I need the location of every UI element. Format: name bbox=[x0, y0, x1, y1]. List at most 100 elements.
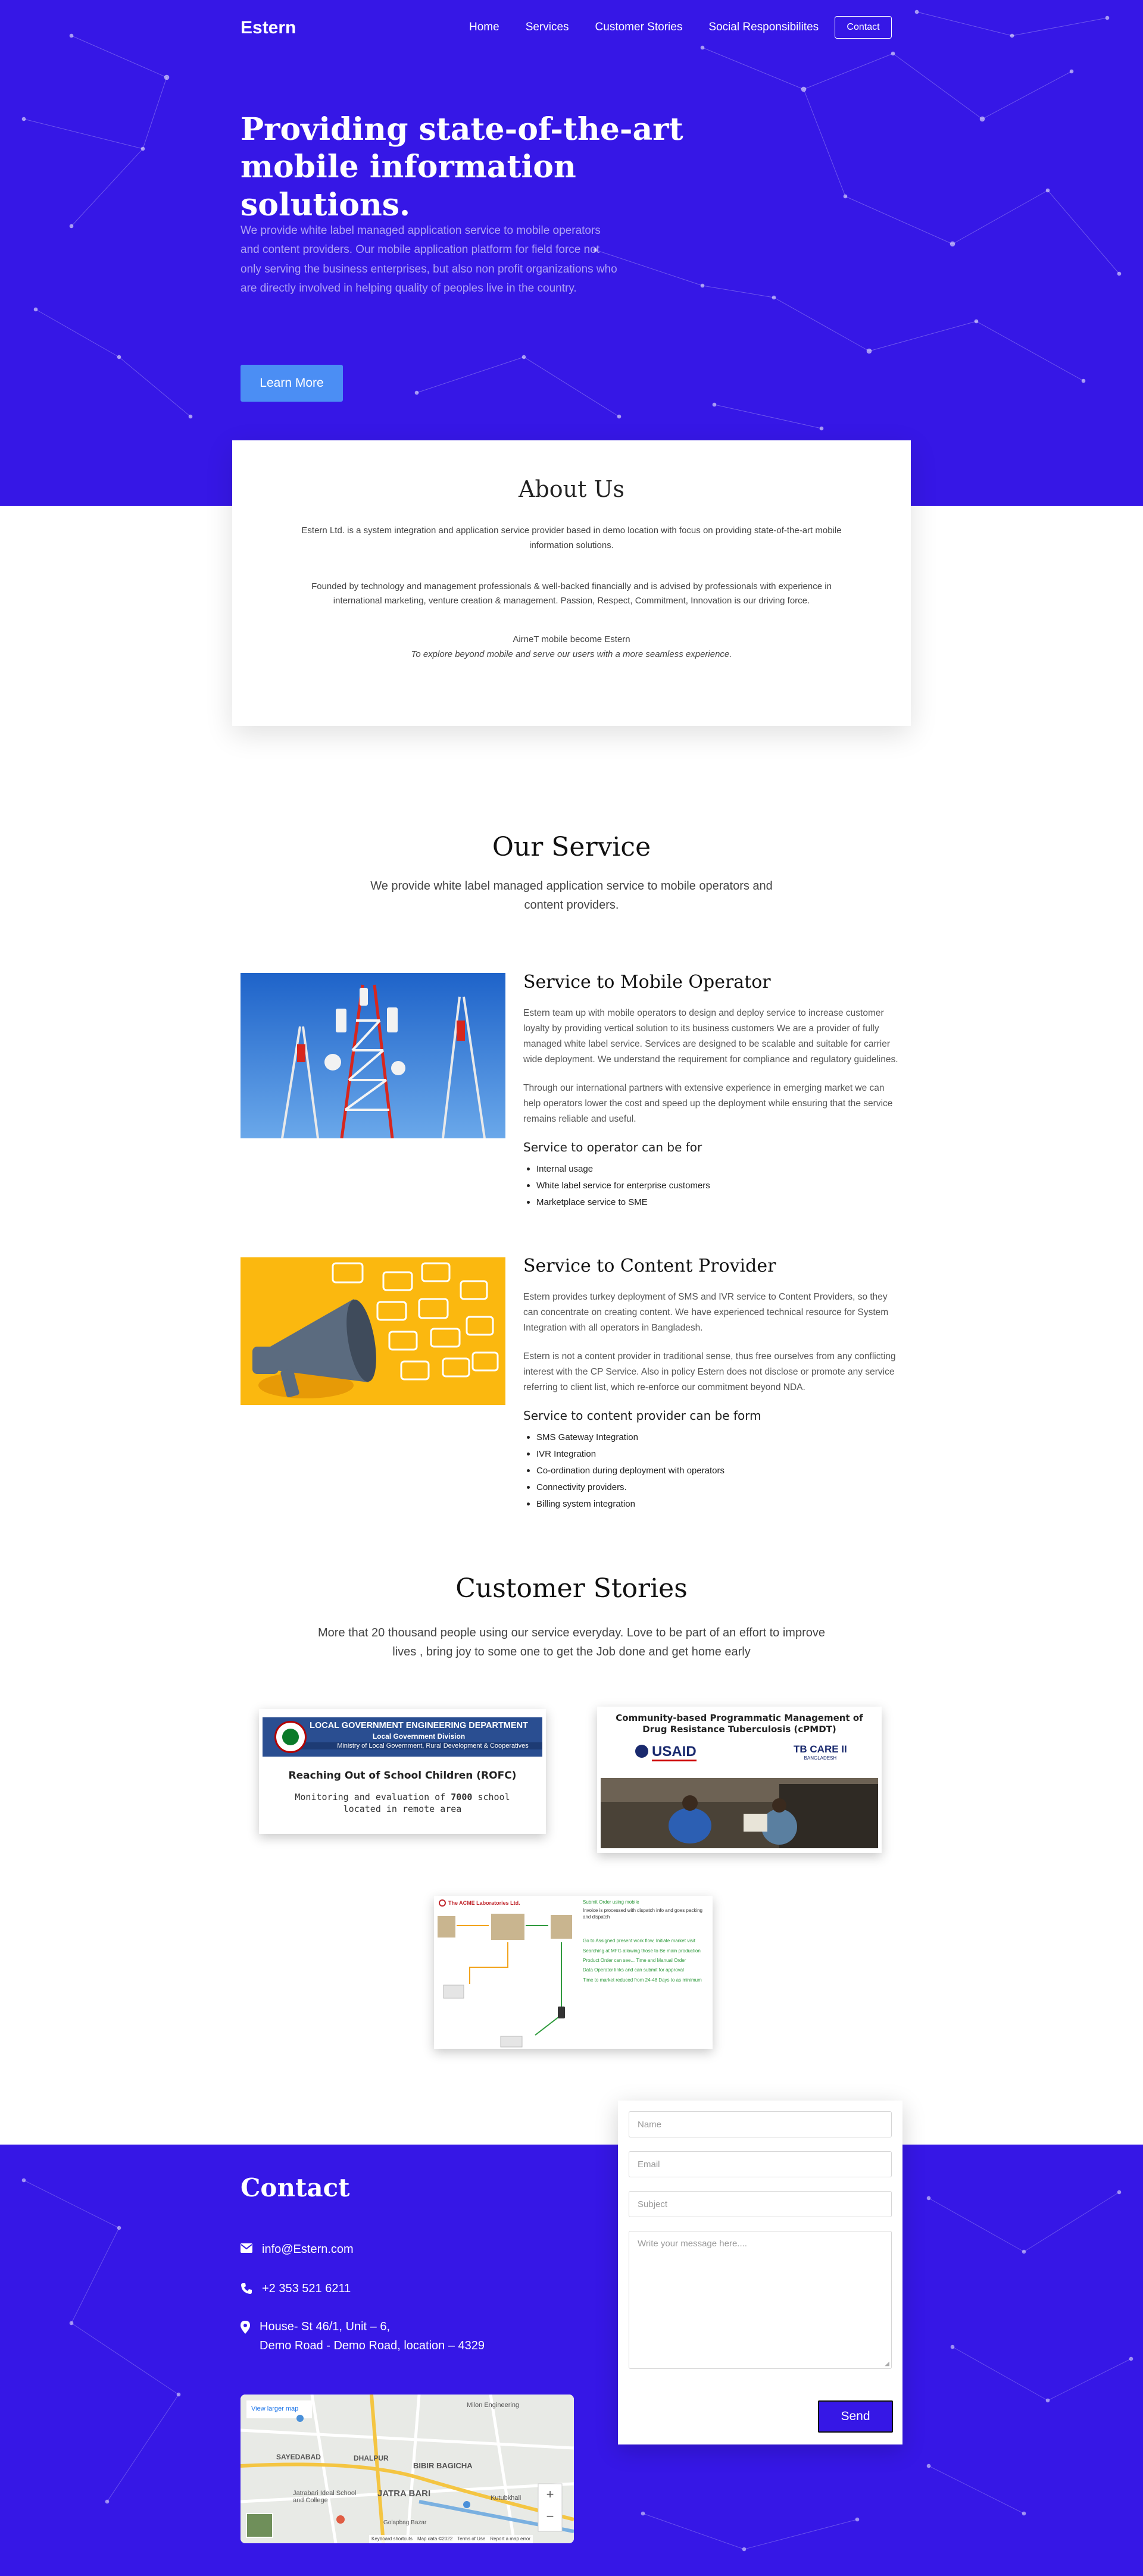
learn-more-button[interactable]: Learn More bbox=[241, 365, 343, 402]
address-line-2: Demo Road - Demo Road, location – 4329 bbox=[260, 2339, 485, 2352]
map-attribution-item[interactable]: Report a map error bbox=[490, 2536, 530, 2542]
map-label: Jatrabari Ideal School and College bbox=[293, 2490, 357, 2504]
send-button[interactable]: Send bbox=[818, 2400, 893, 2433]
service-content-provider: Service to Content Provider Estern provi… bbox=[523, 1256, 901, 1516]
acme-notes: Go to Assigned present work flow, Initia… bbox=[583, 1938, 708, 1983]
lged-desc-number: 7000 bbox=[451, 1792, 473, 1802]
service-1-list: Internal usage White label service for e… bbox=[523, 1164, 901, 1207]
email-field[interactable]: Email bbox=[629, 2151, 892, 2177]
usaid-seal-icon bbox=[635, 1745, 648, 1758]
list-item: Billing system integration bbox=[523, 1499, 901, 1509]
acme-note: Go to Assigned present work flow, Initia… bbox=[583, 1938, 695, 1944]
map-attribution-item[interactable]: Keyboard shortcuts bbox=[371, 2536, 413, 2542]
about-title: About Us bbox=[519, 476, 624, 502]
nav-menu: Home Services Customer Stories Social Re… bbox=[469, 21, 845, 34]
service-1-paragraph-2: Through our international partners with … bbox=[523, 1083, 893, 1125]
about-paragraph-2: Founded by technology and management pro… bbox=[311, 581, 832, 606]
lged-ministry: Ministry of Local Government, Rural Deve… bbox=[291, 1742, 542, 1749]
nav-customer-stories[interactable]: Customer Stories bbox=[595, 21, 683, 34]
contact-email[interactable]: info@Estern.com bbox=[241, 2240, 354, 2259]
about-tagline-italic: To explore beyond mobile and serve our u… bbox=[411, 649, 732, 659]
map-embed[interactable]: + − View larger map SAYEDABAD DHALPUR BI… bbox=[241, 2395, 574, 2543]
map-label: DHALPUR bbox=[354, 2454, 389, 2462]
tbcare-text: TB CARE II bbox=[794, 1744, 847, 1755]
tbcare-logo: TB CARE II BANGLADESH bbox=[794, 1744, 847, 1761]
nav-home[interactable]: Home bbox=[469, 21, 499, 34]
acme-step-2: Submit Order using mobile bbox=[583, 1899, 639, 1905]
map-label: BIBIR BAGICHA bbox=[413, 2461, 473, 2470]
usaid-logo: USAID bbox=[635, 1744, 697, 1761]
service-2-paragraph-2: Estern is not a content provider in trad… bbox=[523, 1351, 896, 1393]
map-label: Milon Engineering bbox=[467, 2402, 520, 2409]
map-label: SAYEDABAD bbox=[276, 2453, 321, 2461]
about-tagline: AirneT mobile become Estern bbox=[513, 634, 630, 644]
service-mobile-operator: Service to Mobile Operator Estern team u… bbox=[523, 972, 901, 1214]
story-card-lged[interactable]: LOCAL GOVERNMENT ENGINEERING DEPARTMENT … bbox=[259, 1709, 546, 1834]
message-placeholder: Write your message here.... bbox=[638, 2239, 747, 2249]
map-attribution: Keyboard shortcuts Map data ©2022 Terms … bbox=[369, 2535, 533, 2543]
map-label: Golapbag Bazar bbox=[383, 2519, 427, 2526]
contact-title: Contact bbox=[241, 2173, 350, 2202]
service-2-title: Service to Content Provider bbox=[523, 1256, 776, 1276]
resize-handle-icon[interactable]: ◢ bbox=[885, 2361, 889, 2367]
megaphone-image bbox=[241, 1257, 505, 1405]
list-item: Marketplace service to SME bbox=[523, 1197, 901, 1207]
service-2-paragraph-1: Estern provides turkey deployment of SMS… bbox=[523, 1292, 889, 1334]
brand-logo[interactable]: Estern bbox=[241, 18, 296, 38]
list-item: IVR Integration bbox=[523, 1449, 901, 1459]
contact-form: Name Email Subject Write your message he… bbox=[618, 2101, 902, 2444]
services-subtitle: We provide white label managed applicati… bbox=[370, 879, 773, 912]
hero-section: Estern Home Services Customer Stories So… bbox=[0, 0, 1143, 506]
subject-field[interactable]: Subject bbox=[629, 2191, 892, 2217]
map-attribution-item[interactable]: Terms of Use bbox=[457, 2536, 485, 2542]
acme-note: Time to market reduced from 24-48 Days t… bbox=[583, 1977, 702, 1983]
map-label: JATRA BARI bbox=[377, 2489, 431, 2499]
story-card-acme[interactable]: The ACME Laboratories Ltd. Submit Order … bbox=[434, 1896, 713, 2049]
about-paragraph-3: AirneT mobile become Estern To explore b… bbox=[298, 633, 845, 662]
service-2-list: SMS Gateway Integration IVR Integration … bbox=[523, 1432, 901, 1509]
list-item: Co-ordination during deployment with ope… bbox=[523, 1466, 901, 1476]
envelope-icon bbox=[241, 2243, 252, 2253]
contact-address: House- St 46/1, Unit – 6, Demo Road - De… bbox=[241, 2317, 485, 2355]
nav-contact-button[interactable]: Contact bbox=[835, 16, 892, 39]
acme-step-3: Invoice is processed with dispatch info … bbox=[583, 1908, 703, 1920]
lged-heading: Reaching Out of School Children (ROFC) bbox=[288, 1770, 517, 1782]
acme-flow-diagram bbox=[438, 1914, 572, 2048]
tb-title: Community-based Programmatic Management … bbox=[616, 1713, 863, 1735]
hero-text: We provide white label managed applicati… bbox=[241, 224, 617, 295]
hero-title: Providing state-of-the-art mobile inform… bbox=[241, 111, 683, 223]
acme-note: Searching at MFG allowing those to Be ma… bbox=[583, 1948, 701, 1954]
map-label: Kutubkhali bbox=[491, 2494, 521, 2502]
service-1-paragraph-1: Estern team up with mobile operators to … bbox=[523, 1008, 898, 1065]
lged-title: LOCAL GOVERNMENT ENGINEERING DEPARTMENT bbox=[310, 1721, 528, 1730]
about-paragraph-1: Estern Ltd. is a system integration and … bbox=[301, 525, 842, 550]
location-pin-icon bbox=[241, 2321, 250, 2334]
lged-description: Monitoring and evaluation of 7000 school… bbox=[295, 1791, 510, 1816]
service-1-list-title: Service to operator can be for bbox=[523, 1140, 702, 1155]
service-1-title: Service to Mobile Operator bbox=[523, 972, 771, 993]
navbar: Estern Home Services Customer Stories So… bbox=[0, 0, 1143, 57]
usaid-text: USAID bbox=[652, 1744, 697, 1761]
about-card: About Us Estern Ltd. is a system integra… bbox=[232, 440, 911, 726]
view-larger-map-link[interactable]: View larger map bbox=[251, 2405, 298, 2412]
tbcare-subtext: BANGLADESH bbox=[804, 1755, 837, 1761]
list-item: Internal usage bbox=[523, 1164, 901, 1174]
tb-photo bbox=[601, 1778, 878, 1848]
name-field[interactable]: Name bbox=[629, 2111, 892, 2137]
bangladesh-seal-icon bbox=[274, 1721, 307, 1753]
message-field[interactable]: Write your message here.... ◢ bbox=[629, 2231, 892, 2369]
contact-email-text: info@Estern.com bbox=[262, 2243, 354, 2256]
story-card-tb[interactable]: Community-based Programmatic Management … bbox=[597, 1707, 882, 1853]
page: Estern Home Services Customer Stories So… bbox=[0, 0, 1143, 2576]
stories-title: Customer Stories bbox=[455, 1573, 688, 1604]
map-attribution-item: Map data ©2022 bbox=[417, 2536, 453, 2541]
stories-subtitle: More that 20 thousand people using our s… bbox=[318, 1626, 825, 1658]
nav-services[interactable]: Services bbox=[526, 21, 569, 34]
list-item: White label service for enterprise custo… bbox=[523, 1181, 901, 1191]
service-2-list-title: Service to content provider can be form bbox=[523, 1408, 761, 1423]
contact-phone[interactable]: +2 353 521 6211 bbox=[241, 2279, 351, 2298]
contact-section: Contact info@Estern.com +2 353 521 6211 … bbox=[0, 2145, 1143, 2576]
tower-image bbox=[241, 973, 505, 1138]
nav-social-responsibilities[interactable]: Social Responsibilites bbox=[708, 21, 819, 34]
svg-text:−: − bbox=[546, 2509, 554, 2524]
